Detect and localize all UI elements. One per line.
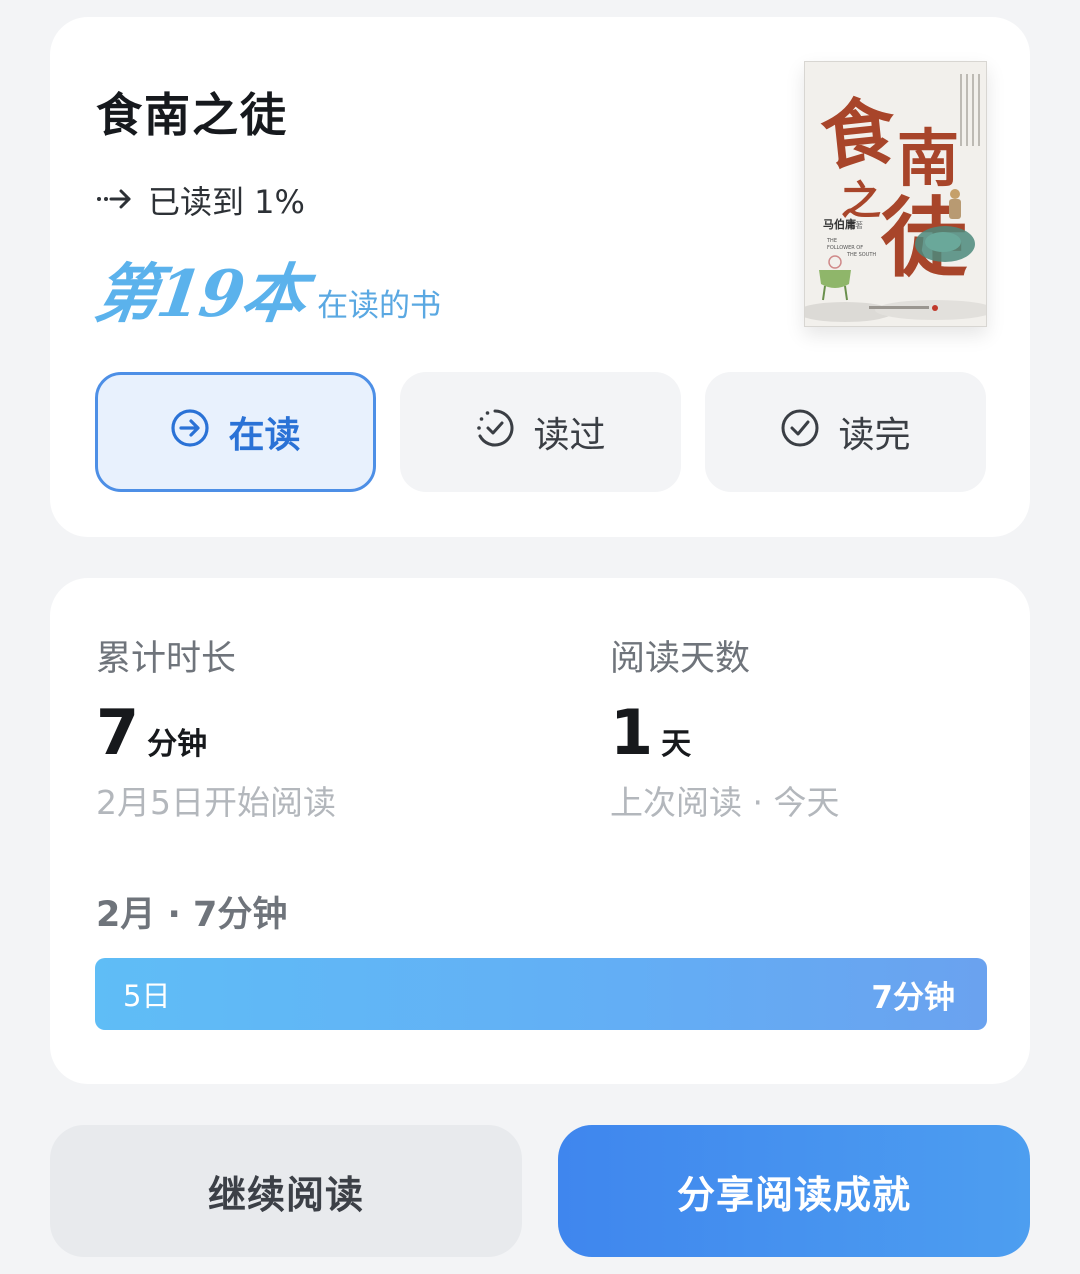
status-reading-label: 在读: [228, 415, 301, 456]
status-reading-button[interactable]: 在读: [95, 372, 376, 492]
cover-char-1: 食: [817, 88, 901, 181]
status-finished-button[interactable]: 读完: [705, 372, 986, 492]
cover-char-3: 之: [841, 177, 881, 224]
total-time-number: 7: [96, 696, 140, 769]
cover-author: 马伯庸: [823, 217, 856, 231]
share-achievement-button[interactable]: 分享阅读成就: [558, 1125, 1030, 1257]
status-finished-label: 读完: [838, 415, 911, 456]
rank-suffix: 在读的书: [317, 288, 442, 324]
progress-text: 已读到 1%: [148, 183, 305, 221]
status-read-label: 读过: [533, 415, 606, 456]
reading-days-label: 阅读天数: [610, 639, 751, 679]
continue-reading-button[interactable]: 继续阅读: [50, 1125, 522, 1257]
cover-author-mark: 著: [855, 220, 863, 230]
reading-stats-card: 累计时长 7 分钟 2月5日开始阅读 阅读天数 1 天 上次阅读 · 今天 2月…: [50, 578, 1030, 1084]
bar-time-label: 7分钟: [871, 979, 955, 1016]
reading-rank: 第19本 在读的书: [90, 243, 442, 335]
cover-english-3: THE SOUTH: [846, 252, 876, 258]
book-title: 食南之徒: [96, 88, 288, 142]
book-card: 食南之徒 已读到 1% 第19本 在读的书 食 南 之 马伯庸 著 THE FO…: [50, 17, 1030, 537]
check-circle-icon: [780, 408, 820, 457]
reading-progress: 已读到 1%: [96, 177, 305, 223]
dashed-check-circle-icon: [475, 408, 515, 457]
rank-number: 第19本: [89, 257, 310, 332]
cover-english-1: THE: [826, 238, 837, 244]
bar-day-label: 5日: [123, 979, 171, 1013]
status-read-button[interactable]: 读过: [400, 372, 681, 492]
total-time-unit: 分钟: [147, 727, 208, 762]
dotted-arrow-icon: [96, 181, 134, 219]
book-cover[interactable]: 食 南 之 徒 马伯庸 著 THE FOLLOWER OF THE SOUTH: [804, 61, 987, 327]
reading-days-value: 1 天: [610, 696, 691, 769]
cover-char-2: 南: [897, 122, 959, 195]
last-read-text: 上次阅读 · 今天: [610, 783, 840, 822]
reading-days-unit: 天: [661, 727, 692, 762]
month-summary: 2月 · 7分钟: [96, 895, 288, 935]
total-time-value: 7 分钟: [96, 696, 207, 769]
start-date-text: 2月5日开始阅读: [96, 783, 336, 822]
cover-english-2: FOLLOWER OF: [827, 245, 863, 251]
reading-days-number: 1: [610, 696, 654, 769]
arrow-circle-icon: [170, 408, 210, 457]
daily-reading-bar: 5日 7分钟: [95, 958, 987, 1030]
total-time-label: 累计时长: [96, 639, 237, 679]
